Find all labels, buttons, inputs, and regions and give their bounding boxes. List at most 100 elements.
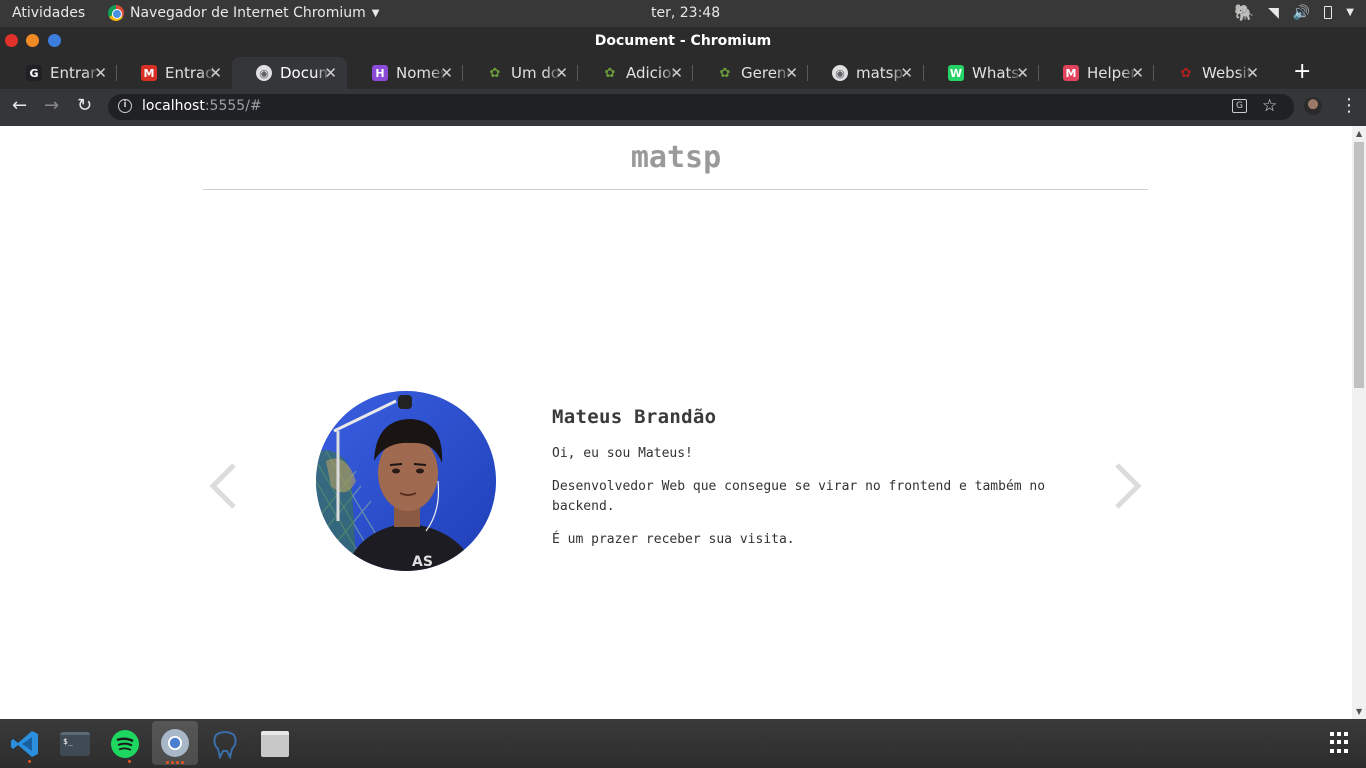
chevron-down-icon: ▼ <box>371 7 380 19</box>
close-tab-icon[interactable]: ✕ <box>1246 64 1259 82</box>
tab-3[interactable]: ◉ Document✕ <box>232 57 347 89</box>
menu-kebab-icon[interactable]: ⋮ <box>1340 95 1358 116</box>
close-tab-icon[interactable]: ✕ <box>900 64 913 82</box>
spotify-icon[interactable] <box>105 724 145 764</box>
profile-photo: AS <box>316 391 496 571</box>
tab-favicon-icon: G <box>26 65 42 81</box>
pgadmin-icon[interactable] <box>205 724 245 764</box>
close-tab-icon[interactable]: ✕ <box>785 64 798 82</box>
tab-5[interactable]: ✿ Um dono✕ <box>463 57 578 89</box>
profile-greeting: Oi, eu sou Mateus! <box>552 446 693 461</box>
chevron-left-icon <box>209 463 236 509</box>
tab-favicon-icon: W <box>948 65 964 81</box>
vscode-icon[interactable] <box>5 724 45 764</box>
tab-8[interactable]: ◉ matsp.com✕ <box>808 57 923 89</box>
close-tab-icon[interactable]: ✕ <box>94 64 107 82</box>
profile-name: Mateus Brandão <box>552 406 717 428</box>
tab-label: Website <box>1202 64 1252 82</box>
tab-label: Entrada <box>165 64 215 82</box>
svg-text:AS: AS <box>412 554 433 570</box>
clock[interactable]: ter, 23:48 <box>651 5 720 21</box>
dock: $_ <box>0 719 1366 768</box>
activities-button[interactable]: Atividades <box>12 5 85 21</box>
tab-label: WhatsApp <box>972 64 1022 82</box>
tab-10[interactable]: M Helpers✕ <box>1039 57 1154 89</box>
close-tab-icon[interactable]: ✕ <box>1131 64 1144 82</box>
profile-avatar[interactable] <box>1304 97 1322 115</box>
tab-favicon-icon: ◉ <box>256 65 272 81</box>
back-icon[interactable]: ← <box>12 95 27 116</box>
header-divider <box>203 189 1148 190</box>
address-bar[interactable]: i localhost:5555/# G ☆ <box>108 94 1294 120</box>
tab-label: Um dono <box>511 64 561 82</box>
bookmark-star-icon[interactable]: ☆ <box>1262 96 1277 116</box>
pgadmin-tray-icon[interactable]: 🐘 <box>1234 3 1254 22</box>
volume-icon: 🔊 <box>1292 4 1311 21</box>
scrollbar-thumb[interactable] <box>1354 142 1364 388</box>
running-indicator <box>166 761 169 764</box>
running-indicator <box>28 760 31 763</box>
chevron-down-icon[interactable]: ▼ <box>1346 7 1354 18</box>
profile-bio: Mateus Brandão Oi, eu sou Mateus! Desenv… <box>552 406 1082 563</box>
tab-label: Gerenciar <box>741 64 791 82</box>
tab-label: Document <box>280 64 330 82</box>
url-path: :5555/# <box>204 98 262 114</box>
forward-icon[interactable]: → <box>44 95 59 116</box>
battery-icon <box>1324 6 1333 19</box>
scroll-up-icon[interactable]: ▲ <box>1356 129 1362 138</box>
tab-4[interactable]: H Nomes ✕ <box>348 57 463 89</box>
profile-welcome: É um prazer receber sua visita. <box>552 532 795 547</box>
tab-favicon-icon: ✿ <box>489 65 501 81</box>
close-tab-icon[interactable]: ✕ <box>555 64 568 82</box>
new-tab-button[interactable]: + <box>1293 59 1311 84</box>
tab-label: Entrar <box>50 64 97 82</box>
tab-favicon-icon: M <box>1063 65 1079 81</box>
tab-label: Helpers <box>1087 64 1137 82</box>
tab-favicon-icon: H <box>372 65 388 81</box>
app-menu[interactable]: Navegador de Internet Chromium ▼ <box>108 5 379 21</box>
terminal-icon[interactable]: $_ <box>55 724 95 764</box>
tab-label: matsp.com <box>856 64 906 82</box>
close-tab-icon[interactable]: ✕ <box>324 64 337 82</box>
wifi-icon: ◥ <box>1268 4 1279 21</box>
chevron-right-icon <box>1115 463 1142 509</box>
tab-strip: + GEntrar✕MEntrada✕◉Document✕HNomes✕✿Um … <box>0 55 1366 89</box>
tab-1[interactable]: G Entrar ✕ <box>2 57 117 89</box>
url-text[interactable]: localhost:5555/# <box>142 98 262 114</box>
carousel-next-button[interactable] <box>1113 461 1143 511</box>
close-tab-icon[interactable]: ✕ <box>670 64 683 82</box>
tab-favicon-icon: ◉ <box>832 65 848 81</box>
files-icon[interactable] <box>255 724 295 764</box>
close-tab-icon[interactable]: ✕ <box>1016 64 1029 82</box>
running-indicator <box>128 760 131 763</box>
show-applications-icon[interactable] <box>1330 732 1352 754</box>
site-info-icon[interactable]: i <box>118 99 132 113</box>
close-tab-icon[interactable]: ✕ <box>440 64 453 82</box>
running-indicator <box>171 761 174 764</box>
tab-label: Adicionar <box>626 64 676 82</box>
tab-6[interactable]: ✿ Adicionar✕ <box>578 57 693 89</box>
tab-2[interactable]: M Entrada✕ <box>117 57 232 89</box>
tab-9[interactable]: W WhatsApp✕ <box>924 57 1039 89</box>
translate-icon[interactable]: G <box>1232 99 1247 113</box>
tab-favicon-icon: ✿ <box>1180 65 1192 81</box>
reload-icon[interactable]: ↻ <box>77 95 92 116</box>
tab-label: Nomes <box>396 64 446 82</box>
page-viewport: matsp AS Mateus Brandão Oi, eu sou Mateu… <box>0 126 1352 719</box>
tab-favicon-icon: M <box>141 65 157 81</box>
site-title[interactable]: matsp <box>0 140 1352 175</box>
window-title: Document - Chromium <box>594 33 772 49</box>
tab-favicon-icon: ✿ <box>719 65 731 81</box>
tab-11[interactable]: ✿ Website✕ <box>1154 57 1269 89</box>
scroll-down-icon[interactable]: ▼ <box>1356 707 1362 716</box>
tab-7[interactable]: ✿ Gerenciar✕ <box>693 57 808 89</box>
vertical-scrollbar[interactable]: ▲ ▼ <box>1352 126 1366 719</box>
chromium-dock-icon[interactable] <box>152 721 198 765</box>
browser-toolbar: ← → ↻ i localhost:5555/# G ☆ ⋮ <box>0 89 1366 126</box>
profile-description: Desenvolvedor Web que consegue se virar … <box>552 479 1046 514</box>
running-indicator <box>176 761 179 764</box>
chromium-icon <box>108 5 124 21</box>
close-tab-icon[interactable]: ✕ <box>209 64 222 82</box>
carousel-prev-button[interactable] <box>208 461 238 511</box>
system-tray[interactable]: 🐘 ◥ 🔊 ▼ <box>1234 3 1354 22</box>
